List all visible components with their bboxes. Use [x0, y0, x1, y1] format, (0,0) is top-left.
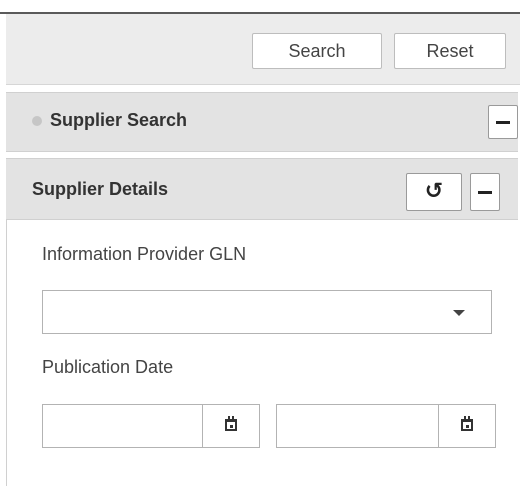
publication-date-label: Publication Date: [42, 357, 174, 377]
search-button[interactable]: Search: [252, 33, 382, 69]
bullet-icon: [32, 116, 42, 126]
date-to-calendar-button[interactable]: [438, 405, 495, 447]
supplier-details-title: Supplier Details: [32, 179, 169, 199]
date-from-calendar-button[interactable]: [202, 405, 259, 447]
gln-select[interactable]: [42, 290, 492, 334]
supplier-details-collapse-button[interactable]: [470, 173, 500, 211]
search-toolbar: Search Reset: [6, 14, 520, 85]
minus-icon: [496, 121, 510, 124]
panel-left-border: [6, 220, 7, 486]
top-bar: [0, 0, 520, 14]
chevron-down-icon[interactable]: [453, 310, 465, 316]
supplier-details-header[interactable]: Supplier Details ↺: [6, 158, 518, 220]
reset-button[interactable]: Reset: [394, 33, 506, 69]
publication-date-to-input[interactable]: [276, 404, 496, 448]
refresh-icon: ↺: [424, 179, 444, 204]
minus-icon: [478, 191, 492, 194]
publication-date-from-input[interactable]: [42, 404, 260, 448]
gln-label: Information Provider GLN: [42, 244, 247, 264]
supplier-details-refresh-button[interactable]: ↺: [406, 173, 462, 211]
supplier-search-header[interactable]: Supplier Search: [6, 92, 518, 152]
supplier-search-title: Supplier Search: [50, 110, 188, 130]
calendar-icon: [225, 416, 237, 431]
supplier-search-collapse-button[interactable]: [488, 105, 518, 139]
calendar-icon: [461, 416, 473, 431]
